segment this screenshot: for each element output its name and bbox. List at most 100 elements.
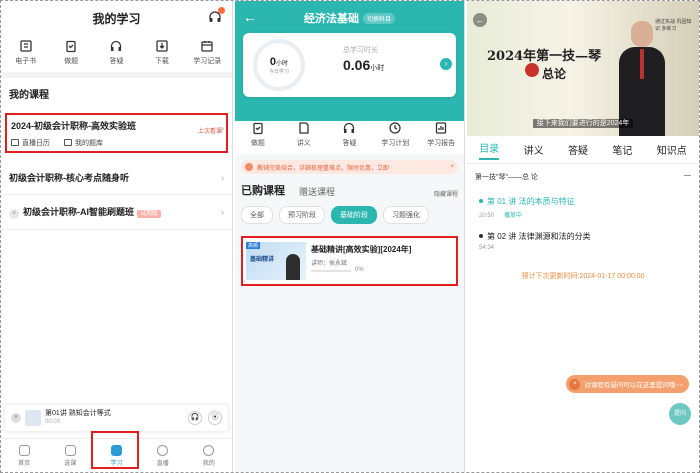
ebook-button[interactable]: 电子书 [4, 39, 48, 66]
close-icon[interactable]: × [450, 164, 454, 170]
close-icon[interactable]: × [9, 209, 19, 219]
tab-knowledge[interactable]: 知识点 [657, 142, 687, 157]
course-row[interactable]: 初级会计职称-核心考点随身听 › [1, 161, 232, 195]
chip-all[interactable]: 全部 [241, 206, 273, 224]
course-title: 初级会计职称-AI智能刷题班 [23, 207, 134, 217]
lesson-progress-text: 0% [355, 267, 364, 273]
qa-button[interactable]: 答疑 [94, 39, 138, 66]
chapter-header[interactable]: 第一技"琴"——总 论 — [467, 164, 699, 190]
clipboard-icon [66, 40, 76, 53]
lesson-teacher: 讲师：侯永斌 [311, 261, 348, 267]
tab-gift-courses[interactable]: 赠送课程 [299, 185, 335, 198]
headphones-icon[interactable] [208, 7, 225, 24]
lesson-card-highlighted[interactable]: 高频 基础精讲 基础精讲[高效实验][2024年] 讲师：侯永斌 0% [241, 236, 458, 286]
study-record-label: 学习记录 [193, 58, 222, 65]
quick-actions: 电子书 做题 答疑 下载 学习记录 [1, 35, 232, 72]
headphones-icon[interactable]: 🎧 [188, 411, 202, 425]
hide-courses-link[interactable]: 隐藏课程 [434, 189, 458, 198]
chevron-right-icon: › [221, 172, 224, 183]
lecture-item[interactable]: 第 02 讲 法律渊源和法的分类 54:34 [467, 225, 699, 257]
headset-icon [344, 122, 355, 133]
book-icon [20, 40, 32, 52]
mini-player[interactable]: × 第01讲 熟知会计等式 00:03 🎧 ⦿ [5, 405, 228, 431]
calendar-icon [11, 139, 19, 146]
today-label: 今日学习 [268, 69, 289, 75]
switch-subject-button[interactable]: 切换科目 [362, 12, 395, 24]
total-label: 总学习时长 [343, 47, 378, 54]
lecturer-tie [640, 49, 644, 79]
practice-label: 做题 [64, 58, 79, 65]
back-arrow-icon[interactable]: ← [243, 9, 257, 25]
tab-catalog[interactable]: 目录 [479, 140, 500, 160]
lesson-tabs: 目录 讲义 答疑 笔记 知识点 [467, 136, 699, 164]
player-time: 00:03 [45, 419, 61, 425]
thumbnail-title: 基础精讲 [250, 257, 275, 263]
calendar-icon [201, 41, 213, 52]
subject-header: ← 经济法基础 切换科目 0小时 今日学习 总学习时长 0.06小时 › [235, 1, 464, 121]
chevron-right-icon[interactable]: › [440, 58, 452, 70]
practice-button[interactable]: 做题 [49, 39, 93, 66]
tab-label: 选课 [64, 460, 77, 467]
study-plan-button[interactable]: 学习计划 [373, 121, 417, 148]
lecture-title: 第 02 讲 法律渊源和法的分类 [487, 232, 591, 241]
study-plan-label: 学习计划 [381, 140, 410, 147]
bag-icon [64, 444, 76, 456]
tab-courses[interactable]: 选课 [47, 439, 93, 472]
lecture-item[interactable]: 第 01 讲 法的本质与特征 20:50 播放中 [467, 190, 699, 225]
teacher-figure [286, 254, 300, 280]
course-row[interactable]: × 初级会计职称-AI智能刷题班 试用版 › [1, 195, 232, 230]
chip-preview[interactable]: 预习阶段 [279, 206, 325, 224]
course-card-highlighted[interactable]: 2024-初级会计职称-高效实验班 上次看课 › 直播日历 我的题库 [5, 113, 228, 153]
highlight-box [91, 431, 139, 469]
tab-live[interactable]: 直播 [140, 439, 186, 472]
back-arrow-icon[interactable]: ← [473, 13, 487, 27]
tab-label: 我的 [202, 460, 215, 467]
chip-exercise[interactable]: 习题强化 [383, 206, 429, 224]
audio-thumbnail [25, 410, 41, 426]
lecture-duration: 20:50 [479, 213, 495, 219]
question-bank-label: 我的题库 [75, 140, 103, 147]
ask-tooltip: × 对课程有疑问可以在这里提问哦~~ [566, 375, 689, 393]
tab-home[interactable]: 首页 [1, 439, 47, 472]
ask-question-button[interactable]: 提问 [669, 403, 691, 425]
video-player[interactable]: ← 2024年第一技—琴 总论 通过实战 巩固知识 多练习 接下来我们要进行的是… [467, 1, 699, 136]
nav-bar: ← 经济法基础 切换科目 [235, 1, 464, 35]
qa-button[interactable]: 答疑 [327, 121, 371, 148]
chapter-title: 第一技"琴"——总 论 [475, 174, 538, 181]
my-learning-screen: 我的学习 电子书 做题 答疑 下载 学习记录 我的课程 2024-初级会计职称-… [1, 1, 233, 472]
course-title: 初级会计职称-核心考点随身听 [9, 173, 129, 183]
promo-notice[interactable]: 教辅完美结合，详细梳理重难点，限时优惠，立即 × [241, 160, 458, 174]
practice-label: 做题 [250, 140, 265, 147]
tab-label: 直播 [156, 460, 169, 467]
total-unit: 小时 [370, 65, 385, 72]
chip-basic[interactable]: 基础阶段 [331, 206, 377, 224]
notification-dot [218, 7, 225, 14]
close-icon[interactable]: × [11, 413, 21, 423]
trial-badge: 试用版 [137, 210, 162, 218]
study-report-button[interactable]: 学习报告 [419, 121, 463, 148]
live-calendar-link[interactable]: 直播日历 [11, 138, 50, 148]
bullet-icon [479, 234, 483, 238]
chevron-right-icon: › [221, 207, 224, 217]
download-label: 下载 [154, 58, 169, 65]
home-icon [18, 444, 30, 456]
collapse-icon[interactable]: — [684, 172, 691, 182]
playing-status: 播放中 [504, 213, 523, 219]
tab-bought-courses[interactable]: 已购课程 [241, 182, 285, 198]
tab-notes[interactable]: 笔记 [612, 142, 632, 157]
play-toggle-icon[interactable]: ⦿ [208, 411, 222, 425]
study-record-button[interactable]: 学习记录 [185, 39, 229, 66]
tab-handout[interactable]: 讲义 [524, 142, 544, 157]
clipboard-icon [253, 122, 263, 135]
today-unit: 小时 [276, 61, 289, 67]
handout-button[interactable]: 讲义 [282, 121, 326, 148]
practice-button[interactable]: 做题 [236, 121, 280, 148]
question-bank-link[interactable]: 我的题库 [64, 138, 103, 148]
download-button[interactable]: 下载 [140, 39, 184, 66]
ask-tooltip-text: 对课程有疑问可以在这里提问哦~~ [584, 382, 683, 389]
close-icon[interactable]: × [569, 378, 581, 390]
next-update-notice: 预计下次更新时间:2024-01-17 00:00:00 [521, 273, 645, 280]
tab-qa[interactable]: 答疑 [568, 142, 588, 157]
tab-profile[interactable]: 我的 [186, 439, 232, 472]
chevron-right-icon: › [221, 123, 224, 133]
